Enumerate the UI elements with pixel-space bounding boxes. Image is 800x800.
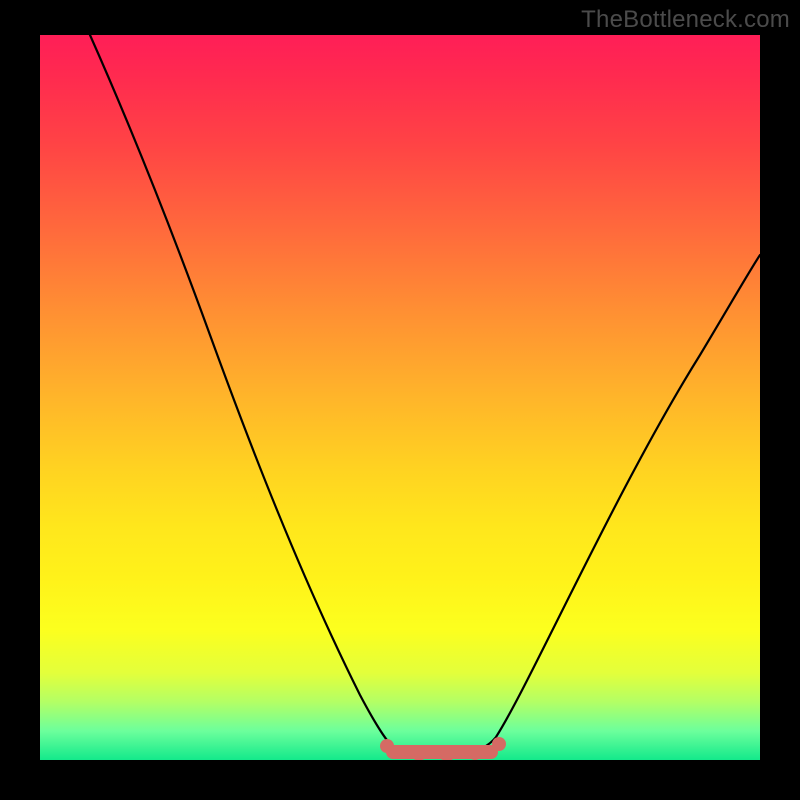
curve-svg <box>40 35 760 760</box>
bottleneck-curve <box>90 35 760 753</box>
chart-frame: TheBottleneck.com <box>0 0 800 800</box>
plot-area <box>40 35 760 760</box>
trough-dot-mid3 <box>468 746 482 760</box>
trough-dot-right <box>492 737 506 751</box>
trough-dot-mid1 <box>412 747 426 760</box>
trough-dot-left <box>380 739 394 753</box>
watermark-text: TheBottleneck.com <box>581 6 790 34</box>
trough-dot-mid2 <box>440 748 454 760</box>
